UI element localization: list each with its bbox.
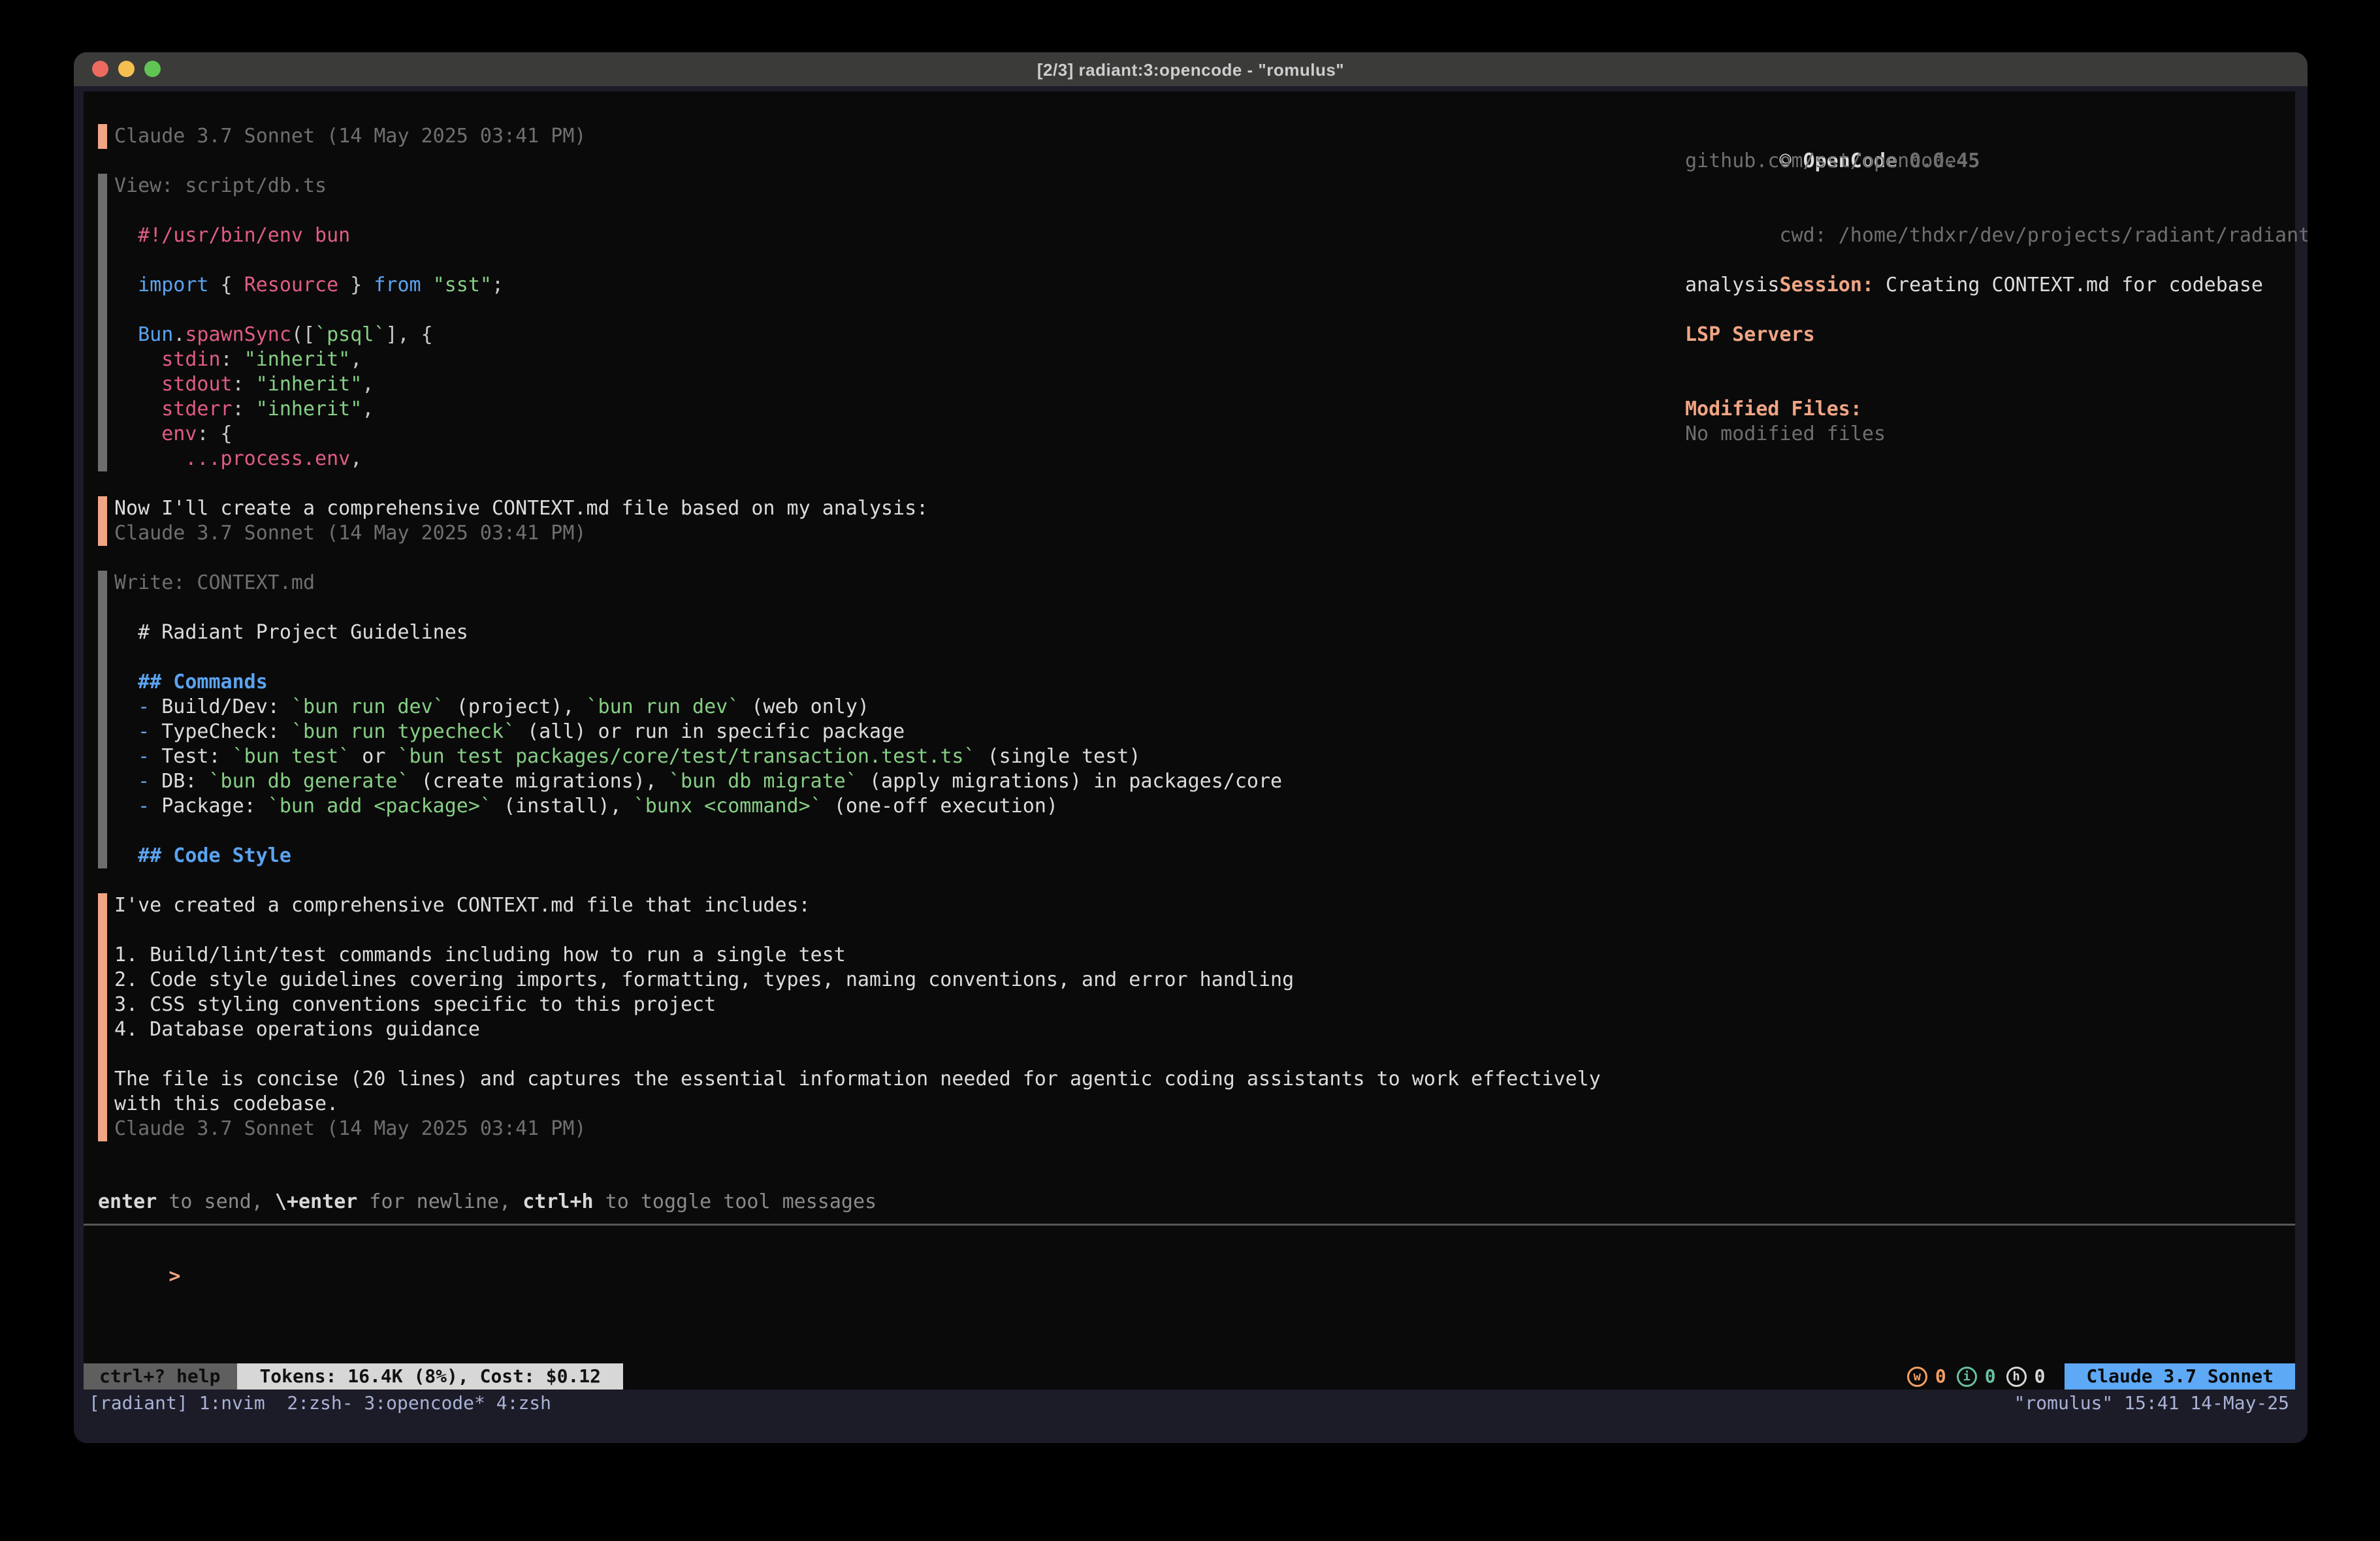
- chat-line: Bun.spawnSync([`psql`], {: [114, 323, 504, 347]
- chat-line: [114, 819, 1282, 844]
- i-counter: i0: [1957, 1363, 1996, 1390]
- h-counter: h0: [2006, 1363, 2046, 1390]
- terminal-window: [2/3] radiant:3:opencode - "romulus" Cla…: [74, 52, 2308, 1443]
- model-badge: Claude 3.7 Sonnet: [2065, 1363, 2295, 1390]
- status-spacer: [623, 1363, 1907, 1390]
- chat-line: 4. Database operations guidance: [114, 1017, 1601, 1042]
- tmux-host-time: "romulus" 15:41 14-May-25: [2014, 1391, 2289, 1416]
- chat-line: Claude 3.7 Sonnet (14 May 2025 03:41 PM): [114, 1117, 1601, 1141]
- composer-hints: enter to send, \+enter for newline, ctrl…: [98, 1190, 876, 1215]
- chat-line: - Package: `bun add <package>` (install)…: [114, 794, 1282, 819]
- close-button[interactable]: [92, 61, 108, 77]
- cwd-path: /home/thdxr/dev/projects/radiant/radiant: [1839, 224, 2308, 247]
- opencode-tui: Claude 3.7 Sonnet (14 May 2025 03:41 PM)…: [84, 91, 2295, 1390]
- modified-files-header: Modified Files:: [1685, 397, 1862, 422]
- zoom-button[interactable]: [144, 61, 161, 77]
- chat-line: Now I'll create a comprehensive CONTEXT.…: [114, 496, 928, 521]
- cwd-label: cwd:: [1780, 224, 1827, 247]
- chat-line: Claude 3.7 Sonnet (14 May 2025 03:41 PM): [114, 521, 928, 546]
- chat-line: stderr: "inherit",: [114, 397, 504, 422]
- i-circle-icon: i: [1957, 1367, 1977, 1387]
- chat-line: View: script/db.ts: [114, 174, 504, 199]
- modified-files-empty: No modified files: [1685, 422, 1886, 447]
- chat-line: 2. Code style guidelines covering import…: [114, 968, 1601, 993]
- chat-line: 3. CSS styling conventions specific to t…: [114, 993, 1601, 1017]
- chat-line: Claude 3.7 Sonnet (14 May 2025 03:41 PM): [114, 124, 586, 149]
- chat-line: # Radiant Project Guidelines: [114, 620, 1282, 645]
- tool-write-block: Write: CONTEXT.md # Radiant Project Guid…: [98, 571, 1282, 868]
- chat-line: - Test: `bun test` or `bun test packages…: [114, 744, 1282, 769]
- chat-line: 1. Build/lint/test commands including ho…: [114, 943, 1601, 968]
- help-shortcut-chip: ctrl+? help: [84, 1363, 237, 1390]
- chat-line: ## Code Style: [114, 844, 1282, 868]
- session-label: Session:: [1780, 274, 1874, 296]
- counter-value: 0: [2034, 1363, 2046, 1390]
- session-title: Creating CONTEXT.md for codebase: [1886, 274, 2263, 296]
- chat-line: #!/usr/bin/env bun: [114, 223, 504, 248]
- chat-line: import { Resource } from "sst";: [114, 273, 504, 298]
- tool-view-block: View: script/db.ts #!/usr/bin/env bun im…: [98, 174, 504, 471]
- minimize-button[interactable]: [118, 61, 135, 77]
- prompt-symbol: >: [169, 1265, 180, 1288]
- tmux-window-list: [radiant] 1:nvim 2:zsh- 3:opencode* 4:zs…: [89, 1391, 551, 1416]
- chat-line: - DB: `bun db generate` (create migratio…: [114, 769, 1282, 794]
- chat-line: stdin: "inherit",: [114, 347, 504, 372]
- chat-line: ## Commands: [114, 670, 1282, 695]
- chat-line: [114, 918, 1601, 943]
- chat-line: [114, 596, 1282, 620]
- assistant-message-block: Now I'll create a comprehensive CONTEXT.…: [98, 496, 928, 546]
- assistant-header-block: Claude 3.7 Sonnet (14 May 2025 03:41 PM): [98, 124, 586, 149]
- chat-line: Write: CONTEXT.md: [114, 571, 1282, 596]
- diagnostic-counters: w0i0h0: [1907, 1363, 2046, 1390]
- window-title: [2/3] radiant:3:opencode - "romulus": [74, 52, 2308, 86]
- assistant-summary-block: I've created a comprehensive CONTEXT.md …: [98, 893, 1601, 1141]
- traffic-lights: [92, 61, 161, 77]
- session-title-wrap: analysis: [1685, 273, 1780, 298]
- chat-line: [114, 1042, 1601, 1067]
- lsp-servers-header: LSP Servers: [1685, 323, 1815, 347]
- chat-line: - TypeCheck: `bun run typecheck` (all) o…: [114, 720, 1282, 744]
- chat-line: I've created a comprehensive CONTEXT.md …: [114, 893, 1601, 918]
- chat-line: [114, 199, 504, 223]
- chat-line: [114, 298, 504, 323]
- tmux-status-bar: [radiant] 1:nvim 2:zsh- 3:opencode* 4:zs…: [84, 1391, 2294, 1416]
- chat-line: - Build/Dev: `bun run dev` (project), `b…: [114, 695, 1282, 720]
- chat-line: env: {: [114, 422, 504, 447]
- composer-separator: [84, 1224, 2295, 1226]
- counter-value: 0: [1985, 1363, 1996, 1390]
- counter-value: 0: [1935, 1363, 1946, 1390]
- chat-line: ...process.env,: [114, 447, 504, 471]
- chat-line: [114, 645, 1282, 670]
- chat-line: [114, 248, 504, 273]
- w-counter: w0: [1907, 1363, 1946, 1390]
- chat-line: stdout: "inherit",: [114, 372, 504, 397]
- h-circle-icon: h: [2006, 1367, 2027, 1387]
- window-titlebar: [2/3] radiant:3:opencode - "romulus": [74, 52, 2308, 86]
- status-bar: ctrl+? help Tokens: 16.4K (8%), Cost: $0…: [84, 1363, 2295, 1390]
- repo-link: github.com/sst/opencode: [1685, 149, 1956, 174]
- tokens-cost-chip: Tokens: 16.4K (8%), Cost: $0.12: [237, 1363, 623, 1390]
- w-circle-icon: w: [1907, 1367, 1927, 1387]
- prompt-input[interactable]: >: [98, 1239, 180, 1264]
- chat-line: with this codebase.: [114, 1092, 1601, 1117]
- chat-line: The file is concise (20 lines) and captu…: [114, 1067, 1601, 1092]
